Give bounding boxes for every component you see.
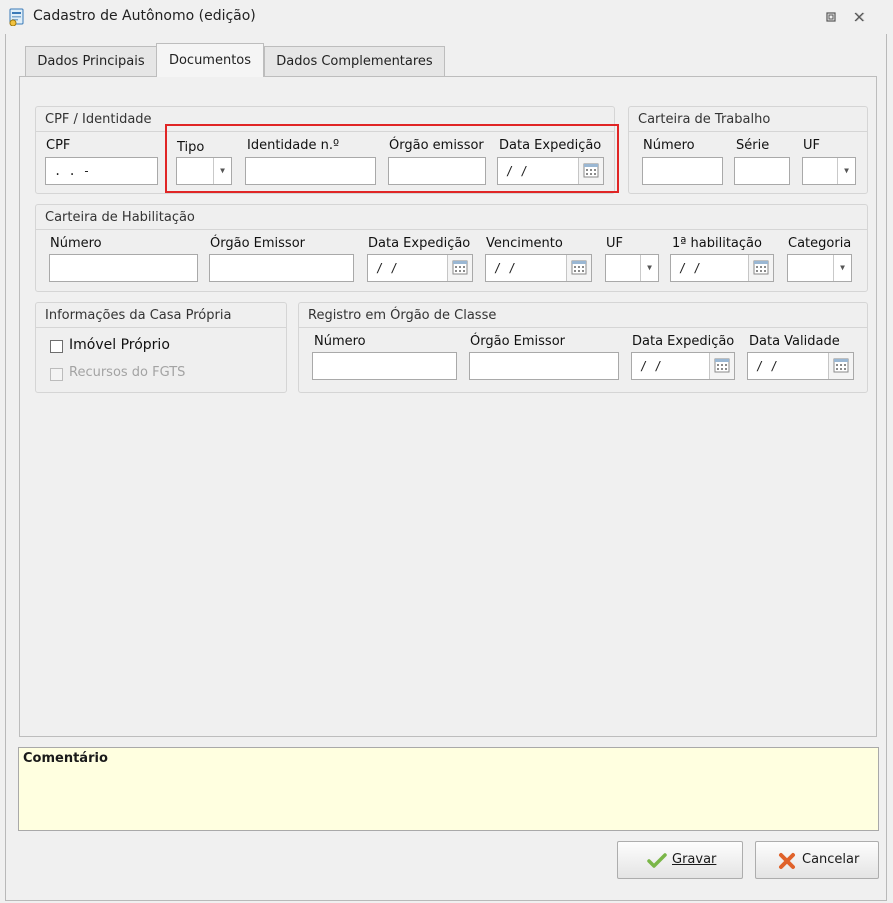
ct-serie-label: Série [736,138,770,153]
group-divider [36,229,867,230]
oc-data-val-input[interactable]: / / [747,352,854,380]
save-button-label: Gravar [672,852,717,867]
hab-data-label: Data Expedição [368,236,471,251]
highlight-box [165,124,619,193]
save-button[interactable]: Gravar [617,841,743,879]
oc-orgao-label: Órgão Emissor [470,334,565,349]
cancel-button[interactable]: Cancelar [755,841,879,879]
oc-numero-label: Número [314,334,366,349]
comment-label: Comentário [23,751,108,766]
carteira-trabalho-title: Carteira de Trabalho [638,112,771,127]
group-divider [299,327,867,328]
hab-venc-value: / / [494,261,516,275]
hab-data-value: / / [376,261,398,275]
hab-venc-input[interactable]: / / [485,254,592,282]
ct-serie-input[interactable] [734,157,790,185]
window-title: Cadastro de Autônomo (edição) [33,8,256,24]
hab-orgao-input[interactable] [209,254,354,282]
orgao-classe-title: Registro em Órgão de Classe [308,308,497,323]
oc-data-exp-label: Data Expedição [632,334,735,349]
cancel-button-label: Cancelar [802,852,860,867]
oc-data-val-label: Data Validade [749,334,840,349]
hab-primeira-label: 1ª habilitação [672,236,762,251]
close-icon[interactable] [850,8,868,26]
calendar-icon[interactable] [566,255,591,281]
chevron-down-icon[interactable]: ▼ [837,158,855,184]
oc-data-val-value: / / [756,359,778,373]
app-icon [8,8,26,27]
tab-dados-principais[interactable]: Dados Principais [25,46,157,76]
cpf-label: CPF [46,138,71,153]
ct-uf-label: UF [803,138,820,153]
oc-data-exp-value: / / [640,359,662,373]
ct-numero-input[interactable] [642,157,723,185]
calendar-icon[interactable] [447,255,472,281]
oc-orgao-input[interactable] [469,352,619,380]
hab-numero-input[interactable] [49,254,198,282]
hab-orgao-label: Órgão Emissor [210,236,305,251]
group-divider [629,131,867,132]
cpf-identidade-title: CPF / Identidade [45,112,152,127]
cpf-input[interactable]: . . - [45,157,158,185]
hab-numero-label: Número [50,236,102,251]
group-divider [36,327,286,328]
hab-primeira-value: / / [679,261,701,275]
restore-icon[interactable] [822,8,840,26]
ct-uf-select[interactable]: ▼ [802,157,856,185]
ct-numero-label: Número [643,138,695,153]
oc-data-exp-input[interactable]: / / [631,352,735,380]
hab-uf-label: UF [606,236,623,251]
oc-numero-input[interactable] [312,352,457,380]
hab-venc-label: Vencimento [486,236,563,251]
hab-uf-select[interactable]: ▼ [605,254,659,282]
chevron-down-icon[interactable]: ▼ [640,255,658,281]
habilitacao-title: Carteira de Habilitação [45,210,195,225]
hab-data-input[interactable]: / / [367,254,473,282]
comment-memo[interactable]: Comentário [18,747,879,831]
title-bar: Cadastro de Autônomo (edição) [0,0,893,34]
recursos-fgts-checkbox[interactable] [50,368,63,381]
tab-dados-complementares[interactable]: Dados Complementares [264,46,445,76]
hab-categoria-label: Categoria [788,236,852,251]
imovel-proprio-label[interactable]: Imóvel Próprio [69,337,170,353]
calendar-icon[interactable] [709,353,734,379]
hab-primeira-input[interactable]: / / [670,254,774,282]
check-icon [647,852,667,874]
x-mark-icon [778,852,796,874]
calendar-icon[interactable] [748,255,773,281]
calendar-icon[interactable] [828,353,853,379]
hab-categoria-select[interactable]: ▼ [787,254,852,282]
tab-documentos[interactable]: Documentos [156,43,264,77]
recursos-fgts-label: Recursos do FGTS [69,365,186,380]
imovel-proprio-checkbox[interactable] [50,340,63,353]
casa-propria-title: Informações da Casa Própria [45,308,232,323]
chevron-down-icon[interactable]: ▼ [833,255,851,281]
